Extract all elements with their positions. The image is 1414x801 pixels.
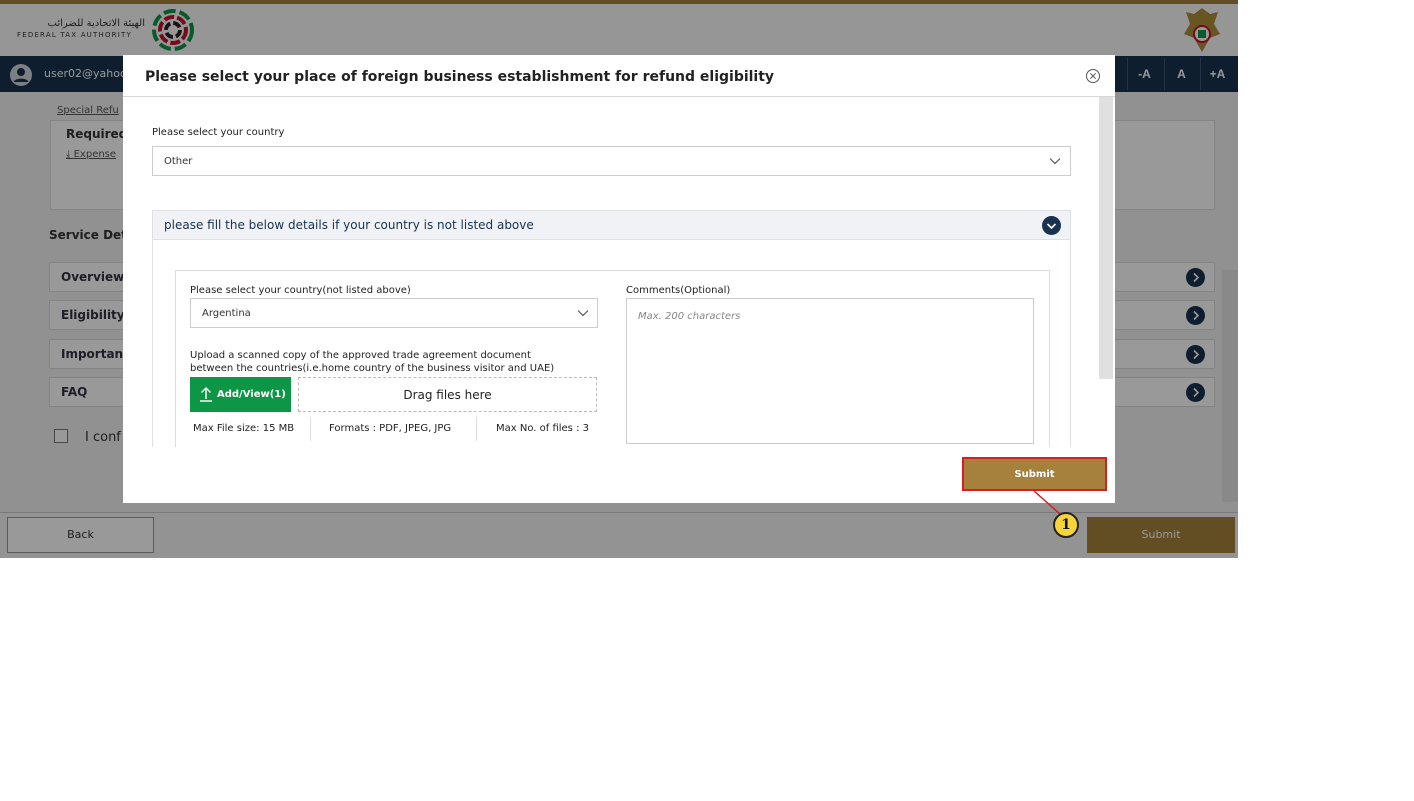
file-drop-zone[interactable]: Drag files here xyxy=(298,377,597,412)
unlisted-country-select[interactable]: Argentina xyxy=(190,298,598,328)
app-window: الهيئة الاتحادية للضرائب FEDERAL TAX AUT… xyxy=(0,0,1238,558)
unlisted-country-label: Please select your country(not listed ab… xyxy=(190,285,411,296)
country-select[interactable]: Other xyxy=(152,146,1071,176)
divider xyxy=(476,417,477,441)
divider xyxy=(310,417,311,441)
comments-textarea[interactable]: Max. 200 characters xyxy=(626,298,1034,444)
eligibility-modal: Please select your place of foreign busi… xyxy=(123,55,1115,503)
upload-line-2: between the countries(i.e.home country o… xyxy=(190,363,555,374)
chevron-down-icon[interactable] xyxy=(1042,216,1061,235)
accepted-formats: Formats : PDF, JPEG, JPG xyxy=(329,423,452,434)
comments-label: Comments(Optional) xyxy=(626,285,731,296)
chevron-down-icon xyxy=(1049,158,1061,165)
modal-body: Please select your country Other please … xyxy=(123,97,1115,447)
drop-zone-label: Drag files here xyxy=(403,388,492,402)
step-number-badge: 1 xyxy=(1053,512,1079,538)
upload-icon xyxy=(200,387,212,402)
modal-scrollbar[interactable] xyxy=(1099,97,1113,379)
country-select-value: Other xyxy=(164,156,193,167)
close-icon[interactable] xyxy=(1085,68,1101,84)
comments-placeholder: Max. 200 characters xyxy=(638,311,741,322)
modal-submit-button[interactable]: Submit xyxy=(962,457,1107,491)
modal-title: Please select your place of foreign busi… xyxy=(145,69,775,85)
upload-instructions: Upload a scanned copy of the approved tr… xyxy=(190,349,590,375)
section-title: please fill the below details if your co… xyxy=(164,218,534,232)
country-label: Please select your country xyxy=(152,127,285,138)
unlisted-country-section-header[interactable]: please fill the below details if your co… xyxy=(152,210,1071,240)
unlisted-country-value: Argentina xyxy=(202,308,251,319)
add-view-label: Add/View(1) xyxy=(217,389,286,400)
upload-line-1: Upload a scanned copy of the approved tr… xyxy=(190,350,531,361)
add-view-button[interactable]: Add/View(1) xyxy=(190,377,291,412)
max-file-size: Max File size: 15 MB xyxy=(193,423,295,434)
max-files: Max No. of files : 3 xyxy=(496,423,589,434)
chevron-down-icon xyxy=(577,310,589,317)
